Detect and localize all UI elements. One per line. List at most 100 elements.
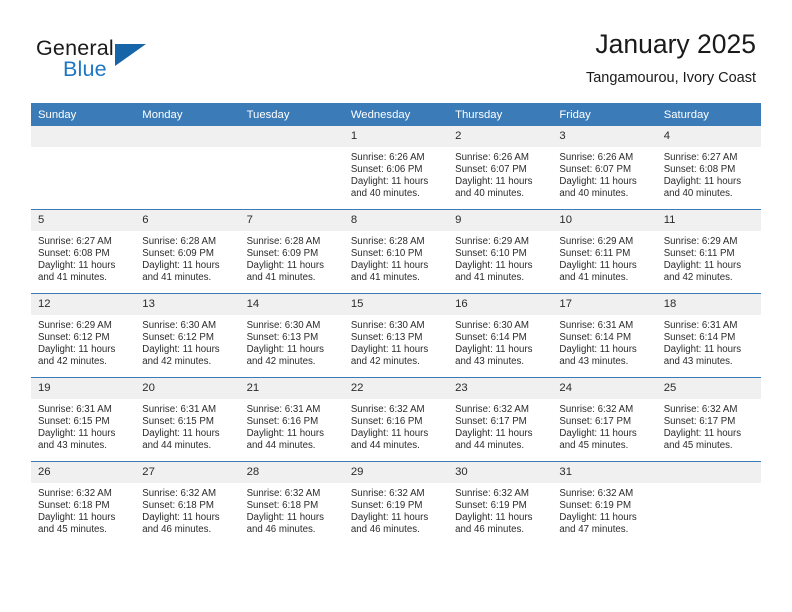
daylight-text: Daylight: 11 hours and 45 minutes. [663, 427, 742, 451]
day-details: Sunrise: 6:27 AM Sunset: 6:08 PM Daylight:… [657, 147, 761, 200]
calendar-day-cell[interactable]: 7 Sunrise: 6:28 AM Sunset: 6:09 PM Daylight… [239, 209, 344, 294]
calendar-day-cell[interactable]: 10 Sunrise: 6:29 AM Sunset: 6:11 PM Dayligh… [552, 209, 657, 294]
day-details: Sunrise: 6:30 AM Sunset: 6:13 PM Daylight:… [344, 315, 448, 368]
calendar-week-row: 12 Sunrise: 6:29 AM Sunset: 6:12 PM Dayligh… [31, 293, 761, 378]
sunset-text: Sunset: 6:16 PM [246, 415, 319, 427]
calendar-day-cell[interactable]: 19 Sunrise: 6:31 AM Sunset: 6:15 PM Dayligh… [31, 377, 136, 462]
sunrise-text: Sunrise: 6:29 AM [559, 236, 634, 247]
day-number: 7 [239, 210, 344, 231]
sunrise-text: Sunrise: 6:26 AM [350, 152, 425, 163]
daylight-text: Daylight: 11 hours and 41 minutes. [246, 259, 324, 283]
sunset-text: Sunset: 6:07 PM [455, 163, 527, 175]
day-details: Sunrise: 6:27 AM Sunset: 6:08 PM Daylight:… [31, 231, 135, 284]
calendar-day-cell[interactable]: 24 Sunrise: 6:32 AM Sunset: 6:17 PM Dayligh… [552, 377, 657, 462]
weekday-header-tuesday: Tuesday [239, 103, 344, 126]
sunset-text: Sunset: 6:19 PM [455, 499, 527, 511]
sunrise-text: Sunrise: 6:30 AM [246, 320, 321, 331]
calendar-day-cell[interactable]: 28 Sunrise: 6:32 AM Sunset: 6:18 PM Dayligh… [239, 461, 344, 545]
daylight-text: Daylight: 11 hours and 44 minutes. [246, 427, 324, 451]
page-title: January 2025 [595, 29, 756, 59]
day-number: 5 [31, 210, 136, 231]
day-details: Sunrise: 6:31 AM Sunset: 6:15 PM Daylight:… [135, 399, 239, 452]
calendar-day-cell[interactable]: 27 Sunrise: 6:32 AM Sunset: 6:18 PM Dayligh… [135, 461, 240, 545]
day-number: 3 [552, 126, 657, 147]
calendar-day-cell-empty [31, 126, 136, 210]
calendar-day-cell[interactable]: 30 Sunrise: 6:32 AM Sunset: 6:19 PM Dayligh… [448, 461, 553, 545]
daylight-text: Daylight: 11 hours and 40 minutes. [663, 175, 742, 199]
day-number: 17 [552, 294, 657, 315]
daylight-text: Daylight: 11 hours and 45 minutes. [559, 427, 637, 451]
calendar-day-cell[interactable]: 21 Sunrise: 6:31 AM Sunset: 6:16 PM Dayligh… [239, 377, 344, 462]
day-details: Sunrise: 6:32 AM Sunset: 6:16 PM Daylight:… [344, 399, 448, 452]
sunset-text: Sunset: 6:19 PM [350, 499, 423, 511]
daylight-text: Daylight: 11 hours and 42 minutes. [142, 343, 220, 367]
calendar-day-cell[interactable]: 2 Sunrise: 6:26 AM Sunset: 6:07 PM Daylight… [448, 126, 553, 210]
sunrise-text: Sunrise: 6:32 AM [455, 404, 529, 415]
sunset-text: Sunset: 6:17 PM [455, 415, 527, 427]
calendar-day-cell[interactable]: 17 Sunrise: 6:31 AM Sunset: 6:14 PM Dayligh… [552, 293, 657, 378]
calendar-day-cell[interactable]: 22 Sunrise: 6:32 AM Sunset: 6:16 PM Dayligh… [343, 377, 449, 462]
calendar-day-cell[interactable]: 6 Sunrise: 6:28 AM Sunset: 6:09 PM Daylight… [135, 209, 240, 294]
sunrise-text: Sunrise: 6:32 AM [559, 404, 634, 415]
daylight-text: Daylight: 11 hours and 41 minutes. [142, 259, 220, 283]
calendar-day-cell[interactable]: 13 Sunrise: 6:30 AM Sunset: 6:12 PM Dayligh… [135, 293, 240, 378]
sunset-text: Sunset: 6:08 PM [38, 247, 110, 259]
sunrise-text: Sunrise: 6:29 AM [38, 320, 112, 331]
calendar-day-cell[interactable]: 8 Sunrise: 6:28 AM Sunset: 6:10 PM Daylight… [343, 209, 449, 294]
calendar-day-cell[interactable]: 25 Sunrise: 6:32 AM Sunset: 6:17 PM Dayligh… [656, 377, 761, 462]
sunset-text: Sunset: 6:12 PM [38, 331, 110, 343]
daylight-text: Daylight: 11 hours and 46 minutes. [455, 511, 533, 535]
calendar-day-cell[interactable]: 31 Sunrise: 6:32 AM Sunset: 6:19 PM Dayligh… [552, 461, 657, 545]
page-header: General Blue January 2025 Tangamourou, I… [0, 0, 792, 102]
calendar-day-cell[interactable]: 15 Sunrise: 6:30 AM Sunset: 6:13 PM Dayligh… [343, 293, 449, 378]
daylight-text: Daylight: 11 hours and 46 minutes. [350, 511, 429, 535]
calendar-day-cell[interactable]: 3 Sunrise: 6:26 AM Sunset: 6:07 PM Daylight… [552, 126, 657, 210]
day-details: Sunrise: 6:29 AM Sunset: 6:10 PM Daylight:… [448, 231, 552, 284]
calendar-day-cell[interactable]: 14 Sunrise: 6:30 AM Sunset: 6:13 PM Dayligh… [239, 293, 344, 378]
sunrise-text: Sunrise: 6:32 AM [350, 404, 425, 415]
sunrise-text: Sunrise: 6:30 AM [455, 320, 529, 331]
calendar-day-cell[interactable]: 23 Sunrise: 6:32 AM Sunset: 6:17 PM Dayligh… [448, 377, 553, 462]
day-details: Sunrise: 6:32 AM Sunset: 6:19 PM Daylight:… [344, 483, 448, 536]
day-number [656, 462, 761, 483]
sunset-text: Sunset: 6:18 PM [38, 499, 110, 511]
day-number: 16 [448, 294, 553, 315]
calendar-day-cell[interactable]: 5 Sunrise: 6:27 AM Sunset: 6:08 PM Daylight… [31, 209, 136, 294]
daylight-text: Daylight: 11 hours and 41 minutes. [350, 259, 429, 283]
sunset-text: Sunset: 6:17 PM [663, 415, 736, 427]
day-number: 14 [239, 294, 344, 315]
calendar-day-cell[interactable]: 29 Sunrise: 6:32 AM Sunset: 6:19 PM Dayligh… [343, 461, 449, 545]
day-number: 24 [552, 378, 657, 399]
day-number [135, 126, 240, 147]
calendar-header-row: Sunday Monday Tuesday Wednesday Thursday… [31, 103, 761, 126]
calendar-day-cell[interactable]: 20 Sunrise: 6:31 AM Sunset: 6:15 PM Dayligh… [135, 377, 240, 462]
daylight-text: Daylight: 11 hours and 42 minutes. [246, 343, 324, 367]
weekday-header-monday: Monday [135, 103, 240, 126]
sunrise-text: Sunrise: 6:28 AM [142, 236, 217, 247]
calendar-day-cell[interactable]: 26 Sunrise: 6:32 AM Sunset: 6:18 PM Dayligh… [31, 461, 136, 545]
calendar-day-cell[interactable]: 9 Sunrise: 6:29 AM Sunset: 6:10 PM Daylight… [448, 209, 553, 294]
day-details: Sunrise: 6:26 AM Sunset: 6:07 PM Daylight:… [552, 147, 656, 200]
day-details: Sunrise: 6:26 AM Sunset: 6:06 PM Daylight:… [344, 147, 448, 200]
calendar-day-cell[interactable]: 11 Sunrise: 6:29 AM Sunset: 6:11 PM Dayligh… [656, 209, 761, 294]
calendar-day-cell[interactable]: 1 Sunrise: 6:26 AM Sunset: 6:06 PM Daylight… [343, 126, 449, 210]
sunrise-text: Sunrise: 6:31 AM [663, 320, 738, 331]
sunrise-text: Sunrise: 6:28 AM [350, 236, 425, 247]
daylight-text: Daylight: 11 hours and 44 minutes. [142, 427, 220, 451]
day-details: Sunrise: 6:30 AM Sunset: 6:14 PM Daylight:… [448, 315, 552, 368]
daylight-text: Daylight: 11 hours and 40 minutes. [350, 175, 429, 199]
calendar-day-cell[interactable]: 4 Sunrise: 6:27 AM Sunset: 6:08 PM Daylight… [656, 126, 761, 210]
calendar-day-cell[interactable]: 12 Sunrise: 6:29 AM Sunset: 6:12 PM Dayligh… [31, 293, 136, 378]
sunrise-text: Sunrise: 6:29 AM [455, 236, 529, 247]
sunset-text: Sunset: 6:17 PM [559, 415, 632, 427]
day-details: Sunrise: 6:32 AM Sunset: 6:18 PM Daylight:… [240, 483, 344, 536]
calendar-day-cell[interactable]: 16 Sunrise: 6:30 AM Sunset: 6:14 PM Dayligh… [448, 293, 553, 378]
calendar-week-row: 5 Sunrise: 6:27 AM Sunset: 6:08 PM Daylight… [31, 209, 761, 294]
sunset-text: Sunset: 6:10 PM [455, 247, 527, 259]
day-number: 12 [31, 294, 136, 315]
brand-logo[interactable]: General Blue [36, 36, 266, 92]
calendar-day-cell[interactable]: 18 Sunrise: 6:31 AM Sunset: 6:14 PM Dayligh… [656, 293, 761, 378]
day-details: Sunrise: 6:29 AM Sunset: 6:11 PM Daylight:… [657, 231, 761, 284]
sunset-text: Sunset: 6:18 PM [246, 499, 319, 511]
daylight-text: Daylight: 11 hours and 40 minutes. [559, 175, 637, 199]
